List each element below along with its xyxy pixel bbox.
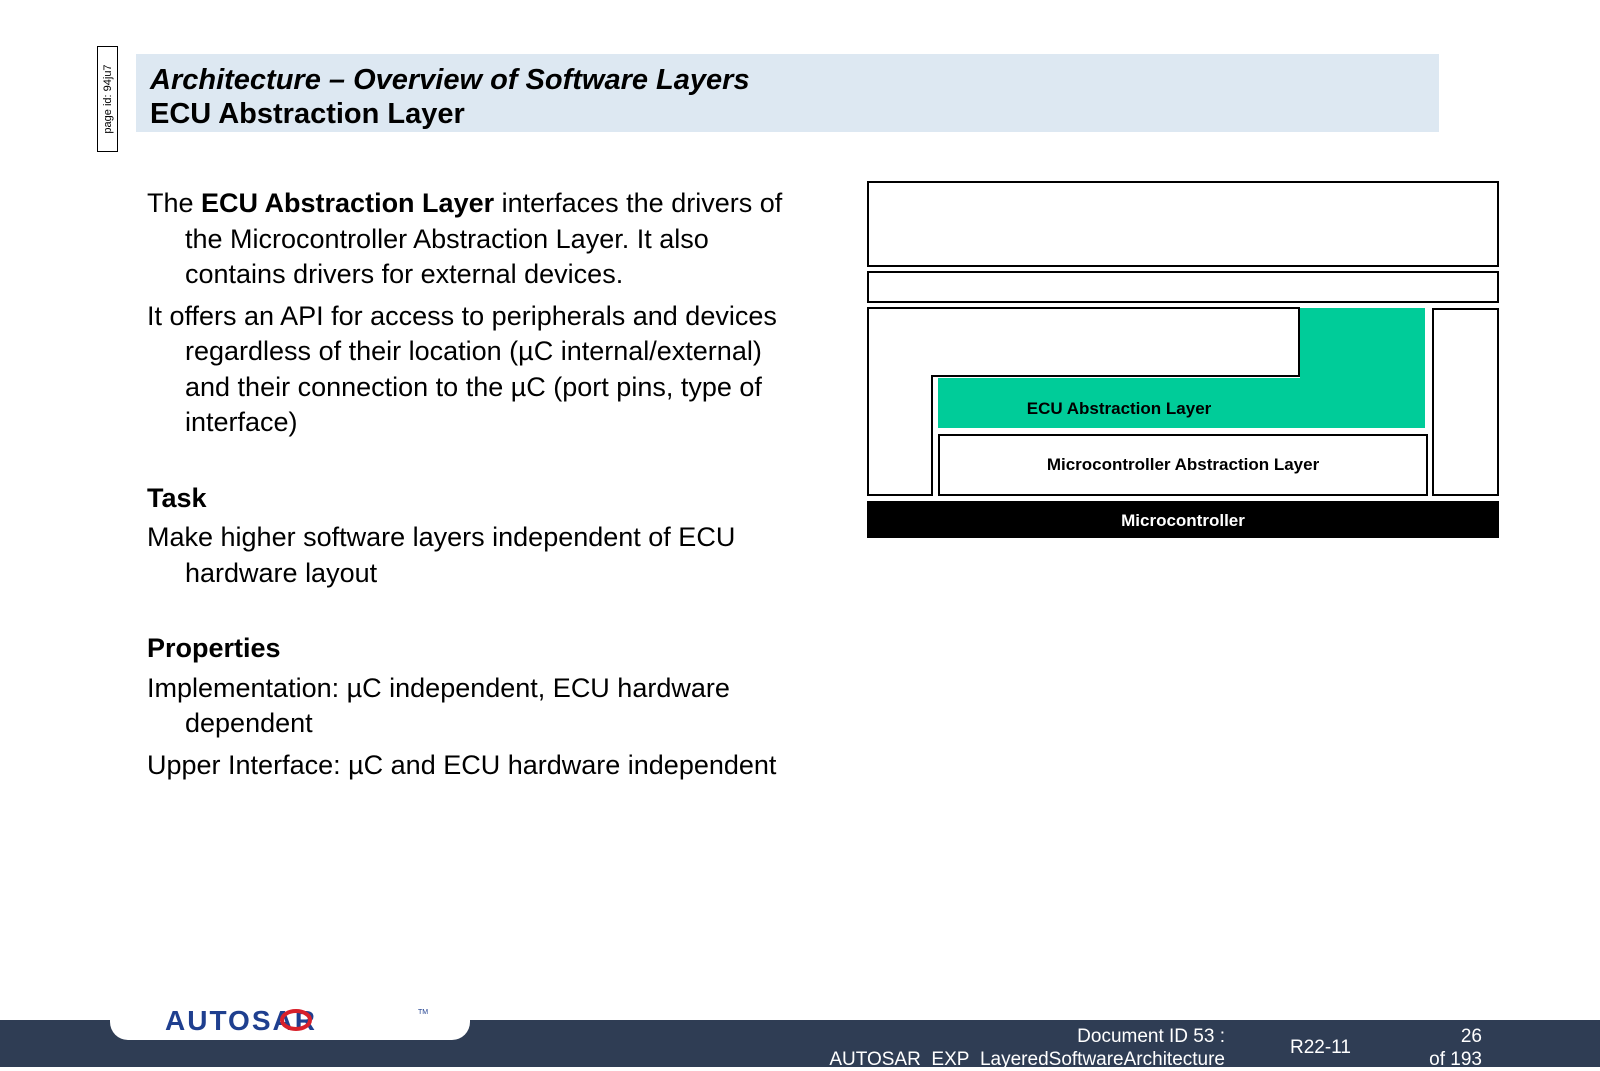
- page-id-label: page id: 94ju7: [101, 64, 114, 134]
- properties-heading: Properties: [147, 633, 281, 663]
- mcal-box: [938, 434, 1428, 496]
- release-label: R22-11: [1290, 1037, 1351, 1058]
- intro-bold-term: ECU Abstraction Layer: [201, 188, 495, 218]
- page-total: of 193: [1429, 1049, 1482, 1070]
- intro-prefix: The: [147, 188, 202, 218]
- task-text: Make higher software layers independent …: [147, 522, 736, 588]
- page-subtitle: ECU Abstraction Layer: [150, 98, 465, 130]
- top-layer-box: [867, 181, 1499, 267]
- title-bar: Architecture – Overview of Software Laye…: [136, 54, 1439, 132]
- microcontroller-box: [867, 501, 1499, 538]
- doc-id-line1: Document ID 53 :: [1077, 1026, 1225, 1047]
- body-text: The ECU Abstraction Layer interfaces the…: [147, 186, 807, 789]
- page-title: Architecture – Overview of Software Laye…: [150, 64, 750, 96]
- implementation-text: Implementation: µC independent, ECU hard…: [147, 672, 730, 739]
- intro-paragraph: The ECU Abstraction Layer interfaces the…: [147, 186, 807, 293]
- page-number: 26: [1460, 1026, 1482, 1047]
- autosar-logo: AUTOSAR TM: [165, 1006, 428, 1034]
- complex-drivers-box: [1432, 308, 1499, 496]
- logo-trademark: TM: [418, 1009, 428, 1016]
- upper-interface-text: Upper Interface: µC and ECU hardware ind…: [147, 749, 777, 780]
- ecu-abstraction-label: ECU Abstraction Layer: [1026, 399, 1212, 418]
- microcontroller-label: Microcontroller: [1121, 511, 1245, 530]
- task-heading: Task: [147, 482, 207, 513]
- rte-layer-box: [867, 271, 1499, 303]
- doc-id-line2: AUTOSAR_EXP_LayeredSoftwareArchitecture: [829, 1049, 1225, 1070]
- page-id-box: page id: 94ju7: [97, 46, 118, 152]
- api-paragraph: It offers an API for access to periphera…: [147, 300, 777, 438]
- mcal-label: Microcontroller Abstraction Layer: [1046, 455, 1320, 474]
